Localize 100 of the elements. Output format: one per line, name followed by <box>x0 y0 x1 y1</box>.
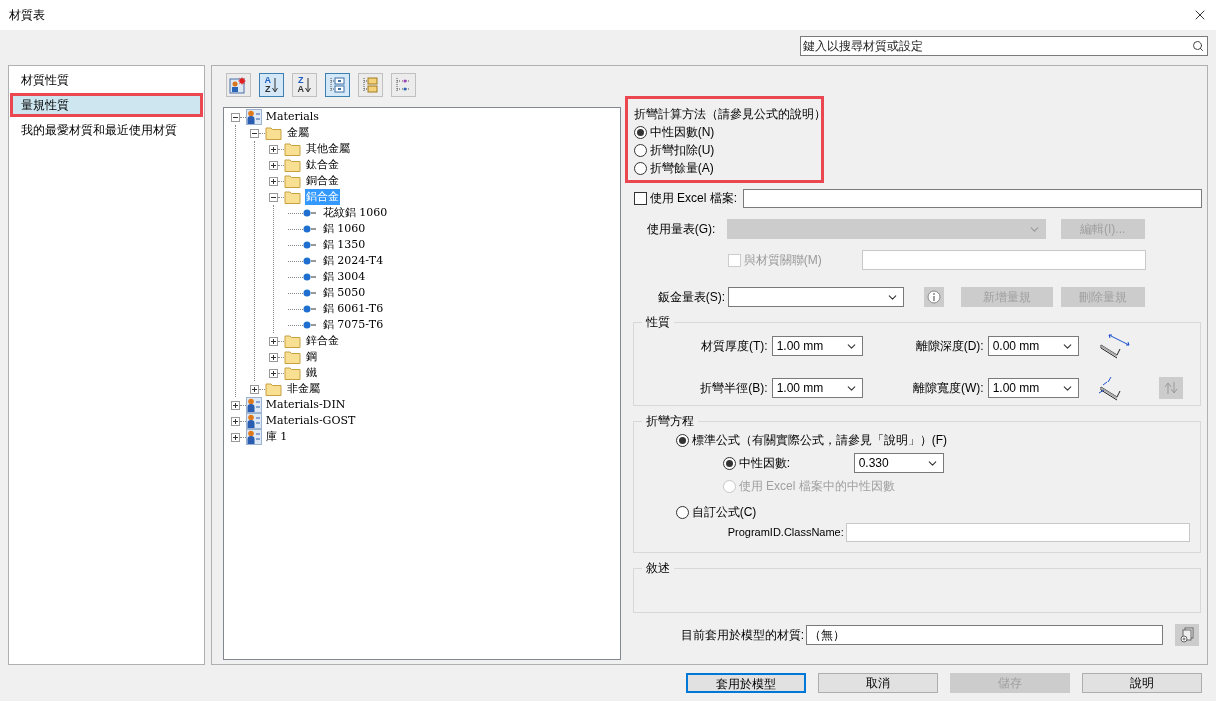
radio-button[interactable] <box>675 433 689 447</box>
category-item[interactable]: 我的最愛材質和最近使用材質 <box>13 118 200 142</box>
swap-icon <box>1163 381 1178 395</box>
field-label: 折彎半徑(B): <box>699 380 769 397</box>
tree-item[interactable]: 鋁 1060 <box>321 220 367 238</box>
tree-item[interactable]: 銅合金 <box>304 172 340 190</box>
tree-item[interactable]: 鋼 <box>304 348 318 366</box>
tree-item[interactable]: 金屬 <box>285 124 310 142</box>
value-dropdown[interactable]: 1.00 mm <box>987 378 1079 398</box>
material-icon <box>302 257 319 265</box>
dialog-button[interactable]: 取消 <box>818 673 938 693</box>
association-field[interactable] <box>861 250 1146 270</box>
expand-icon[interactable] <box>249 384 259 394</box>
group-title: 折彎方程 <box>644 413 695 430</box>
value-dropdown[interactable]: 0.00 mm <box>987 336 1079 356</box>
expand-icon[interactable] <box>268 160 278 170</box>
neutral-factor-dropdown[interactable]: 0.330 <box>853 453 944 473</box>
expand-icon[interactable] <box>230 416 240 426</box>
info-icon <box>926 290 941 304</box>
expand-icon[interactable] <box>268 176 278 186</box>
material-icon <box>302 241 319 249</box>
folder-icon <box>283 142 302 156</box>
option-label: 自訂公式(C) <box>691 504 757 521</box>
tree-item[interactable]: Materials-DIN <box>264 396 347 414</box>
category-item[interactable]: 材質性質 <box>13 68 200 92</box>
new-material-icon <box>229 76 248 94</box>
toolbar-button[interactable] <box>324 73 350 97</box>
info-button[interactable] <box>923 287 944 307</box>
folder-icon <box>264 382 283 396</box>
tree-item[interactable]: 鋅合金 <box>304 332 340 350</box>
excel-file-field[interactable] <box>743 188 1202 208</box>
tree-item[interactable]: 鋁 3004 <box>321 268 367 286</box>
expand-icon[interactable] <box>268 144 278 154</box>
copy-button[interactable] <box>1175 624 1199 646</box>
tree-item[interactable]: 鋁 1350 <box>321 236 367 254</box>
class-name-field[interactable] <box>845 522 1190 542</box>
checkbox[interactable] <box>633 191 647 205</box>
folder-tree-icon <box>361 76 380 94</box>
folder-icon <box>264 126 283 140</box>
folder-icon <box>283 158 302 172</box>
expand-icon[interactable] <box>268 368 278 378</box>
toolbar-button[interactable] <box>225 73 251 97</box>
material-icon <box>302 209 319 217</box>
material-icon <box>302 289 319 297</box>
expand-icon[interactable] <box>268 336 278 346</box>
tree-item[interactable]: Materials <box>264 108 320 126</box>
tree-item[interactable]: 鋁 2024-T4 <box>321 252 385 270</box>
expand-icon[interactable] <box>268 352 278 362</box>
field-label: 鈑金量表(S): <box>657 289 726 306</box>
tree-item[interactable]: 鋁 7075-T6 <box>321 316 385 334</box>
expand-icon[interactable] <box>230 400 240 410</box>
option-label: 使用 Excel 檔案中的中性因數 <box>738 478 895 495</box>
dialog-button[interactable]: 套用於模型 <box>686 673 806 693</box>
library-icon <box>245 397 262 413</box>
field-label: 使用量表(G): <box>646 221 717 238</box>
group-title: 性質 <box>644 314 671 331</box>
library-icon <box>245 109 262 125</box>
option-label: 中性因數(N) <box>649 124 715 141</box>
tree-item[interactable]: 鋁 5050 <box>321 284 367 302</box>
search-icon[interactable] <box>1192 40 1204 52</box>
toolbar-button[interactable] <box>390 73 416 97</box>
tree-item[interactable]: 鐵 <box>304 364 318 382</box>
tree-item[interactable]: 其他金屬 <box>304 140 351 158</box>
value-dropdown[interactable]: 1.00 mm <box>771 378 863 398</box>
material-icon <box>302 321 319 329</box>
group-title: 敘述 <box>644 560 671 577</box>
folder-icon <box>283 190 302 204</box>
folder-icon <box>283 334 302 348</box>
expand-icon[interactable] <box>230 432 240 442</box>
radio-button[interactable] <box>633 125 647 139</box>
copy-icon <box>1179 627 1195 643</box>
tree-item[interactable]: 花紋鋁 1060 <box>321 204 389 222</box>
field-label: ProgramID.ClassName: <box>727 524 845 540</box>
value-dropdown[interactable]: 1.00 mm <box>771 336 863 356</box>
library-icon <box>245 413 262 429</box>
radio-button[interactable] <box>633 161 647 175</box>
dialog-button[interactable]: 說明 <box>1082 673 1202 693</box>
tree-item[interactable]: 非金屬 <box>285 380 321 398</box>
toolbar-button[interactable]: A Z <box>258 73 284 97</box>
collapse-icon[interactable] <box>230 112 240 122</box>
field-label: 離隙寬度(W): <box>912 380 985 397</box>
tree-item[interactable]: 鈦合金 <box>304 156 340 174</box>
radio-button[interactable] <box>722 456 736 470</box>
field-label: 材質厚度(T): <box>700 338 769 355</box>
category-item[interactable]: 量規性質 <box>13 96 200 114</box>
search-field[interactable]: 鍵入以搜尋材質或設定 <box>800 36 1208 56</box>
sheet-gauge-dropdown[interactable] <box>727 287 904 307</box>
toolbar-button[interactable]: Z A <box>291 73 317 97</box>
material-icon <box>302 225 319 233</box>
option-label: 與材質關聯(M) <box>743 252 823 269</box>
collapse-icon[interactable] <box>268 192 278 202</box>
tree-item[interactable]: Materials-GOST <box>264 412 357 430</box>
folder-icon <box>283 366 302 380</box>
tree-item[interactable]: 庫 1 <box>264 428 289 446</box>
radio-button[interactable] <box>633 143 647 157</box>
option-label: 標準公式（有關實際公式，請參見「說明」）(F) <box>691 432 947 449</box>
field-label: 目前套用於模型的材質: <box>680 627 804 644</box>
tree-item[interactable]: 鋁 6061-T6 <box>321 300 385 318</box>
radio-button[interactable] <box>675 505 689 519</box>
collapse-icon[interactable] <box>249 128 259 138</box>
